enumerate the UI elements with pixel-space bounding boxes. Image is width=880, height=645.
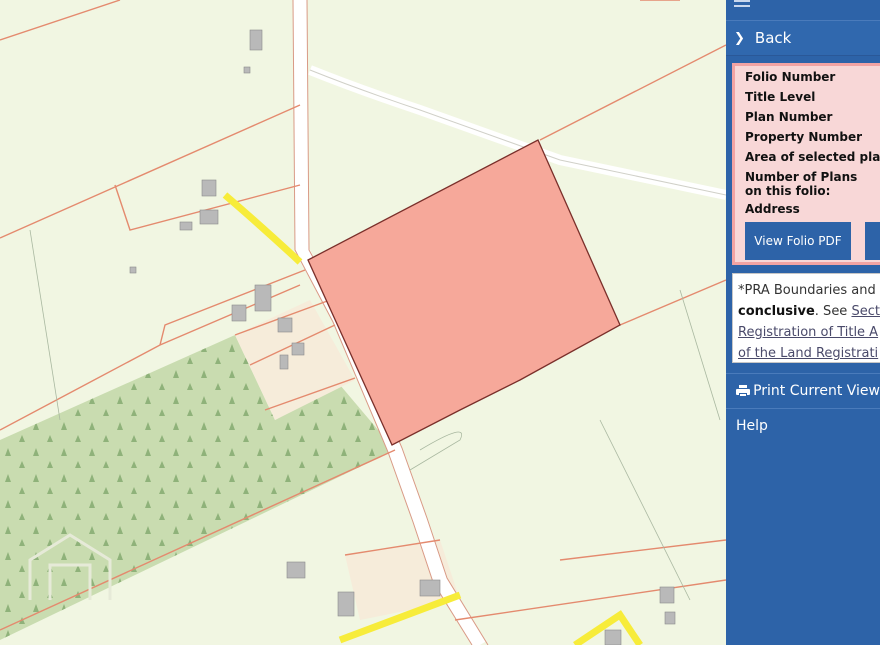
map-canvas[interactable] (0, 0, 726, 645)
printer-icon (736, 385, 750, 397)
help-label: Help (736, 418, 768, 434)
title-level-label: Title Level (745, 90, 816, 104)
view-folio-pdf-button[interactable]: View Folio PDF (745, 222, 851, 260)
land-registration-link[interactable]: of the Land Registrati (738, 343, 880, 362)
print-current-view-button[interactable]: Print Current View (726, 374, 880, 409)
plan-number-label: Plan Number (745, 110, 833, 124)
plans-count-label: Number of Plans on this folio: (745, 170, 858, 198)
back-label: Back (754, 29, 792, 47)
secondary-button[interactable] (864, 222, 880, 260)
folio-number-label: Folio Number (745, 70, 836, 84)
section-link[interactable]: Sectio (851, 304, 880, 319)
boundary-note: *PRA Boundaries and Pl conclusive. See S… (732, 273, 880, 363)
address-label: Address (745, 202, 800, 216)
selected-parcel[interactable] (307, 139, 621, 446)
sidebar-panel: ❯ Back Folio Number Title Level Plan Num… (726, 0, 880, 645)
map-view[interactable] (0, 0, 726, 645)
back-button[interactable]: ❯ Back (726, 21, 880, 56)
chevron-right-icon: ❯ (734, 30, 745, 46)
note-line-1: *PRA Boundaries and Pl (738, 283, 880, 298)
folio-details-panel: Folio Number Title Level Plan Number Pro… (732, 63, 880, 265)
registration-link[interactable]: Registration of Title A (738, 322, 880, 343)
note-bold: conclusive (738, 304, 815, 319)
print-label: Print Current View (753, 383, 880, 399)
area-label: Area of selected plans (745, 150, 880, 164)
menu-bar (726, 0, 880, 21)
highlight-road (222, 192, 303, 265)
help-button[interactable]: Help (726, 409, 880, 443)
property-number-label: Property Number (745, 130, 863, 144)
note-see: . See (814, 304, 852, 319)
hamburger-icon[interactable] (734, 0, 750, 12)
